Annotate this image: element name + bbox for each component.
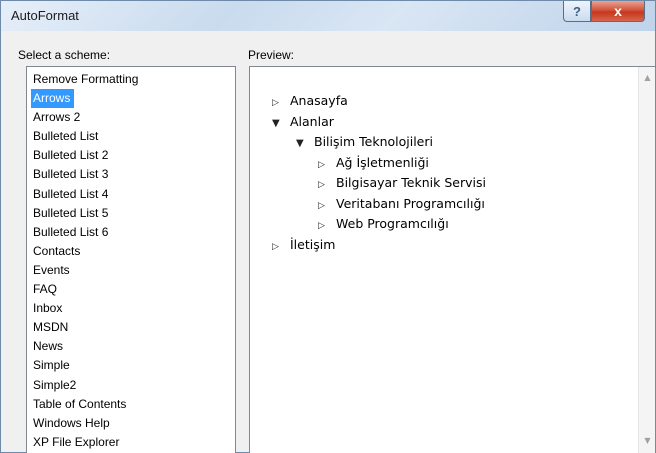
triangle-right-icon[interactable]: ▷	[318, 216, 336, 236]
list-item[interactable]: Bulleted List 3	[27, 165, 235, 184]
list-item[interactable]: Bulleted List 6	[27, 223, 235, 242]
tree-node-label: Web Programcılığı	[336, 216, 449, 231]
triangle-right-icon[interactable]: ▷	[318, 155, 336, 175]
list-item[interactable]: Bulleted List 5	[27, 204, 235, 223]
tree-node[interactable]: ▷ Ağ İşletmenliği	[318, 153, 429, 173]
scheme-item[interactable]: Remove Formatting	[27, 72, 138, 86]
scheme-item[interactable]: MSDN	[27, 320, 68, 334]
tree-node-label: Ağ İşletmenliği	[336, 154, 429, 170]
scheme-item[interactable]: News	[27, 339, 63, 353]
tree-node-label: Bilişim Teknolojileri	[314, 134, 433, 149]
scheme-item[interactable]: Bulleted List 4	[27, 187, 108, 201]
list-item[interactable]: News	[27, 337, 235, 356]
list-item[interactable]: FAQ	[27, 280, 235, 299]
triangle-right-icon[interactable]: ▷	[318, 175, 336, 195]
preview-label: Preview:	[248, 48, 295, 62]
scheme-label: Select a scheme:	[18, 48, 111, 62]
help-button[interactable]: ?	[563, 1, 591, 22]
scheme-item[interactable]: Contacts	[27, 244, 80, 258]
tree-node-label: Veritabanı Programcılığı	[336, 195, 485, 211]
list-item[interactable]: Bulleted List 4	[27, 185, 235, 204]
close-icon: x	[614, 3, 622, 19]
title-bar[interactable]: AutoFormat ? x	[1, 1, 655, 31]
scheme-item[interactable]: Inbox	[27, 301, 62, 315]
tree-node[interactable]: ▷ İletişim	[272, 235, 335, 255]
scheme-item[interactable]: Bulleted List 5	[27, 206, 108, 220]
scheme-item[interactable]: Simple	[27, 358, 70, 372]
scheme-item[interactable]: Windows Help	[27, 416, 110, 430]
tree-node-label: İletişim	[290, 236, 336, 252]
list-item[interactable]: XP File Explorer	[27, 433, 235, 452]
scheme-item[interactable]: Arrows	[31, 89, 75, 109]
help-icon: ?	[573, 3, 581, 19]
close-button[interactable]: x	[591, 1, 645, 22]
list-item[interactable]: Bulleted List	[27, 127, 235, 146]
scheme-item[interactable]: Events	[27, 263, 70, 277]
list-item[interactable]: Arrows	[27, 89, 235, 109]
list-item[interactable]: Contacts	[27, 242, 235, 261]
list-item[interactable]: Bulleted List 2	[27, 146, 235, 165]
list-item[interactable]: Table of Contents	[27, 395, 235, 414]
scroll-down-arrow-icon[interactable]: ▼	[639, 432, 656, 449]
list-item[interactable]: Arrows 2	[27, 108, 235, 127]
triangle-down-icon[interactable]: ▼	[296, 134, 314, 154]
triangle-down-icon[interactable]: ▼	[272, 114, 290, 134]
scheme-item[interactable]: Bulleted List 6	[27, 225, 108, 239]
list-item[interactable]: MSDN	[27, 318, 235, 337]
list-item[interactable]: Inbox	[27, 299, 235, 318]
preview-scrollbar[interactable]: ▲ ▼	[638, 67, 655, 453]
list-item[interactable]: Simple2	[27, 376, 235, 395]
list-item[interactable]: Events	[27, 261, 235, 280]
tree-node[interactable]: ▷ Anasayfa	[272, 91, 348, 111]
triangle-right-icon[interactable]: ▷	[318, 196, 336, 216]
tree-node[interactable]: ▷ Veritabanı Programcılığı	[318, 194, 485, 214]
preview-pane: ▲ ▼ ▷ Anasayfa ▼ Alanlar ▼ Bilişim Teknolojil…	[249, 66, 656, 453]
scheme-item[interactable]: Simple2	[27, 378, 76, 392]
tree-node[interactable]: ▼ Bilişim Teknolojileri	[296, 132, 433, 152]
scheme-item[interactable]: Bulleted List	[27, 129, 98, 143]
list-item[interactable]: Simple	[27, 356, 235, 375]
tree-node[interactable]: ▷ Bilgisayar Teknik Servisi	[318, 173, 486, 193]
list-item[interactable]: Windows Help	[27, 414, 235, 433]
tree-node[interactable]: ▼ Alanlar	[272, 112, 334, 132]
scheme-item[interactable]: Arrows 2	[27, 110, 80, 124]
tree-node-label: Anasayfa	[290, 93, 348, 108]
triangle-right-icon[interactable]: ▷	[272, 93, 290, 113]
tree-node-label: Alanlar	[290, 113, 334, 129]
window-title: AutoFormat	[11, 8, 79, 23]
tree-node[interactable]: ▷ Web Programcılığı	[318, 214, 449, 234]
tree-node-label: Bilgisayar Teknik Servisi	[336, 175, 486, 190]
scheme-item[interactable]: Bulleted List 2	[27, 148, 108, 162]
list-item[interactable]: Remove Formatting	[27, 70, 235, 89]
scroll-up-arrow-icon[interactable]: ▲	[639, 69, 656, 86]
scheme-item[interactable]: Bulleted List 3	[27, 167, 108, 181]
scheme-listbox[interactable]: Remove Formatting Arrows Arrows 2 Bulleted …	[26, 66, 236, 453]
scheme-item[interactable]: FAQ	[27, 282, 57, 296]
triangle-right-icon[interactable]: ▷	[272, 237, 290, 257]
scheme-item[interactable]: Table of Contents	[27, 397, 126, 411]
scheme-item[interactable]: XP File Explorer	[27, 435, 119, 449]
